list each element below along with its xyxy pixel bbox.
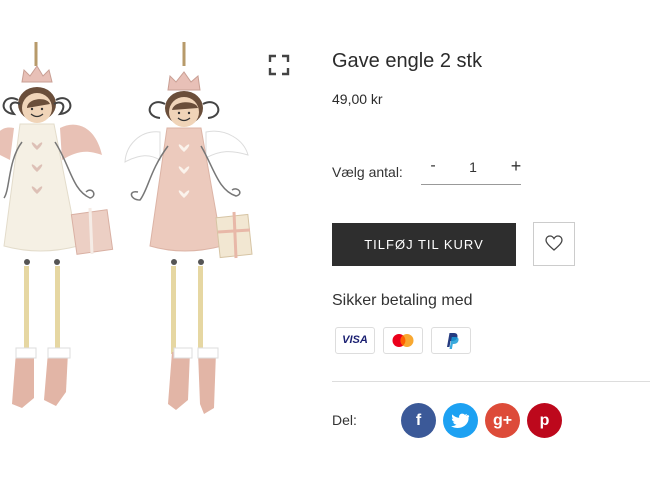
google-plus-icon: g+ bbox=[492, 412, 513, 429]
product-price: 49,00 kr bbox=[332, 91, 383, 107]
angel-cream bbox=[0, 42, 114, 408]
pinterest-icon: p bbox=[539, 412, 550, 429]
add-to-cart-button[interactable]: TILFØJ TIL KURV bbox=[332, 223, 516, 266]
twitter-icon bbox=[451, 413, 470, 429]
google-plus-share-button[interactable]: g+ bbox=[485, 403, 520, 438]
quantity-input[interactable]: 1 bbox=[450, 155, 496, 179]
expand-icon[interactable] bbox=[268, 54, 290, 76]
quantity-underline bbox=[421, 184, 521, 185]
share-label: Del: bbox=[332, 412, 357, 428]
angel-pink bbox=[124, 42, 253, 414]
paypal-icon bbox=[431, 327, 471, 354]
twitter-share-button[interactable] bbox=[443, 403, 478, 438]
section-divider bbox=[332, 381, 650, 382]
angels-illustration bbox=[0, 42, 253, 414]
payment-title: Sikker betaling med bbox=[332, 292, 473, 309]
product-image[interactable] bbox=[0, 0, 305, 500]
pinterest-share-button[interactable]: p bbox=[527, 403, 562, 438]
quantity-increase-button[interactable]: + bbox=[506, 154, 526, 178]
product-title: Gave engle 2 stk bbox=[332, 50, 483, 72]
visa-label: VISA bbox=[342, 334, 368, 346]
quantity-decrease-button[interactable]: - bbox=[424, 154, 442, 178]
visa-card: VISA bbox=[335, 327, 375, 354]
facebook-icon: f bbox=[415, 412, 422, 429]
wishlist-button[interactable] bbox=[533, 222, 575, 266]
facebook-share-button[interactable]: f bbox=[401, 403, 436, 438]
quantity-label: Vælg antal: bbox=[332, 164, 403, 180]
mastercard-icon bbox=[383, 327, 423, 354]
heart-icon bbox=[545, 235, 563, 251]
